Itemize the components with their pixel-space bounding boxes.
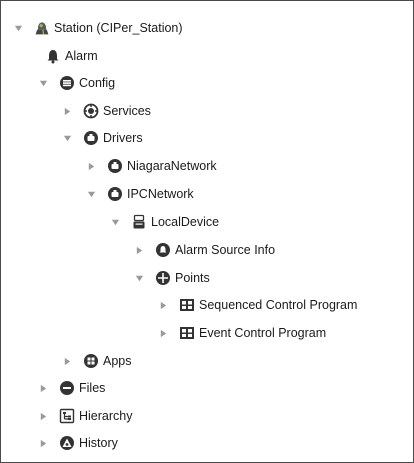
program-icon: [179, 325, 195, 341]
tree-node-label: Alarm: [65, 49, 98, 63]
collapsed-arrow-icon[interactable]: [36, 433, 50, 453]
expanded-arrow-icon[interactable]: [84, 184, 98, 204]
points-icon: [155, 270, 171, 286]
tree-node-ipc-network[interactable]: IPCNetwork: [84, 184, 194, 204]
config-icon: [59, 75, 75, 91]
tree-node-label: NiagaraNetwork: [127, 159, 217, 173]
tree-node-label: Station (CIPer_Station): [54, 21, 183, 35]
tree-node-event-control-program[interactable]: Event Control Program: [156, 323, 326, 343]
expanded-arrow-icon[interactable]: [11, 18, 25, 38]
tree-node-alarm[interactable]: Alarm: [22, 46, 98, 66]
tree-node-services[interactable]: Services: [60, 101, 151, 121]
services-icon: [83, 103, 99, 119]
tree-node-niagara-network[interactable]: NiagaraNetwork: [84, 156, 217, 176]
collapsed-arrow-icon[interactable]: [132, 240, 146, 260]
tree-node-files[interactable]: Files: [36, 378, 105, 398]
navigation-tree: Station (CIPer_Station) Alarm Config Ser…: [1, 1, 413, 462]
tree-node-label: Alarm Source Info: [175, 243, 276, 257]
station-icon: [34, 20, 50, 36]
history-icon: [59, 435, 75, 451]
tree-node-station[interactable]: Station (CIPer_Station): [11, 18, 183, 38]
navigation-tree-panel: Station (CIPer_Station) Alarm Config Ser…: [0, 0, 414, 463]
collapsed-arrow-icon[interactable]: [60, 101, 74, 121]
drivers-icon: [83, 130, 99, 146]
expanded-arrow-icon[interactable]: [132, 268, 146, 288]
tree-node-label: Config: [79, 76, 116, 90]
collapsed-arrow-icon[interactable]: [84, 156, 98, 176]
tree-node-label: History: [79, 436, 118, 450]
bell-icon: [45, 48, 61, 64]
expanded-arrow-icon[interactable]: [108, 212, 122, 232]
tree-node-label: Apps: [103, 354, 132, 368]
tree-node-label: Hierarchy: [79, 409, 133, 423]
tree-node-label: Services: [103, 104, 151, 118]
tree-node-label: Files: [79, 381, 106, 395]
tree-node-label: Event Control Program: [199, 326, 327, 340]
tree-node-apps[interactable]: Apps: [60, 351, 132, 371]
expanded-arrow-icon[interactable]: [60, 128, 74, 148]
collapsed-arrow-icon[interactable]: [156, 323, 170, 343]
tree-node-label: Points: [175, 271, 210, 285]
tree-node-label: LocalDevice: [151, 215, 220, 229]
tree-node-label: Drivers: [103, 131, 143, 145]
tree-node-points[interactable]: Points: [132, 268, 210, 288]
tree-node-drivers[interactable]: Drivers: [60, 128, 143, 148]
tree-node-sequenced-control-program[interactable]: Sequenced Control Program: [156, 295, 357, 315]
collapsed-arrow-icon[interactable]: [156, 295, 170, 315]
tree-node-config[interactable]: Config: [36, 73, 115, 93]
device-icon: [131, 214, 147, 230]
collapsed-arrow-icon[interactable]: [36, 378, 50, 398]
network-icon: [107, 158, 123, 174]
apps-icon: [83, 353, 99, 369]
program-icon: [179, 297, 195, 313]
alarm-source-icon: [155, 242, 171, 258]
tree-node-history[interactable]: History: [36, 433, 118, 453]
collapsed-arrow-icon[interactable]: [60, 351, 74, 371]
tree-node-alarm-source-info[interactable]: Alarm Source Info: [132, 240, 275, 260]
tree-node-local-device[interactable]: LocalDevice: [108, 212, 219, 232]
collapsed-arrow-icon[interactable]: [36, 406, 50, 426]
files-icon: [59, 380, 75, 396]
tree-node-hierarchy[interactable]: Hierarchy: [36, 406, 133, 426]
tree-node-label: IPCNetwork: [127, 187, 194, 201]
tree-node-label: Sequenced Control Program: [199, 298, 358, 312]
expanded-arrow-icon[interactable]: [36, 73, 50, 93]
network-icon: [107, 186, 123, 202]
hierarchy-icon: [59, 408, 75, 424]
